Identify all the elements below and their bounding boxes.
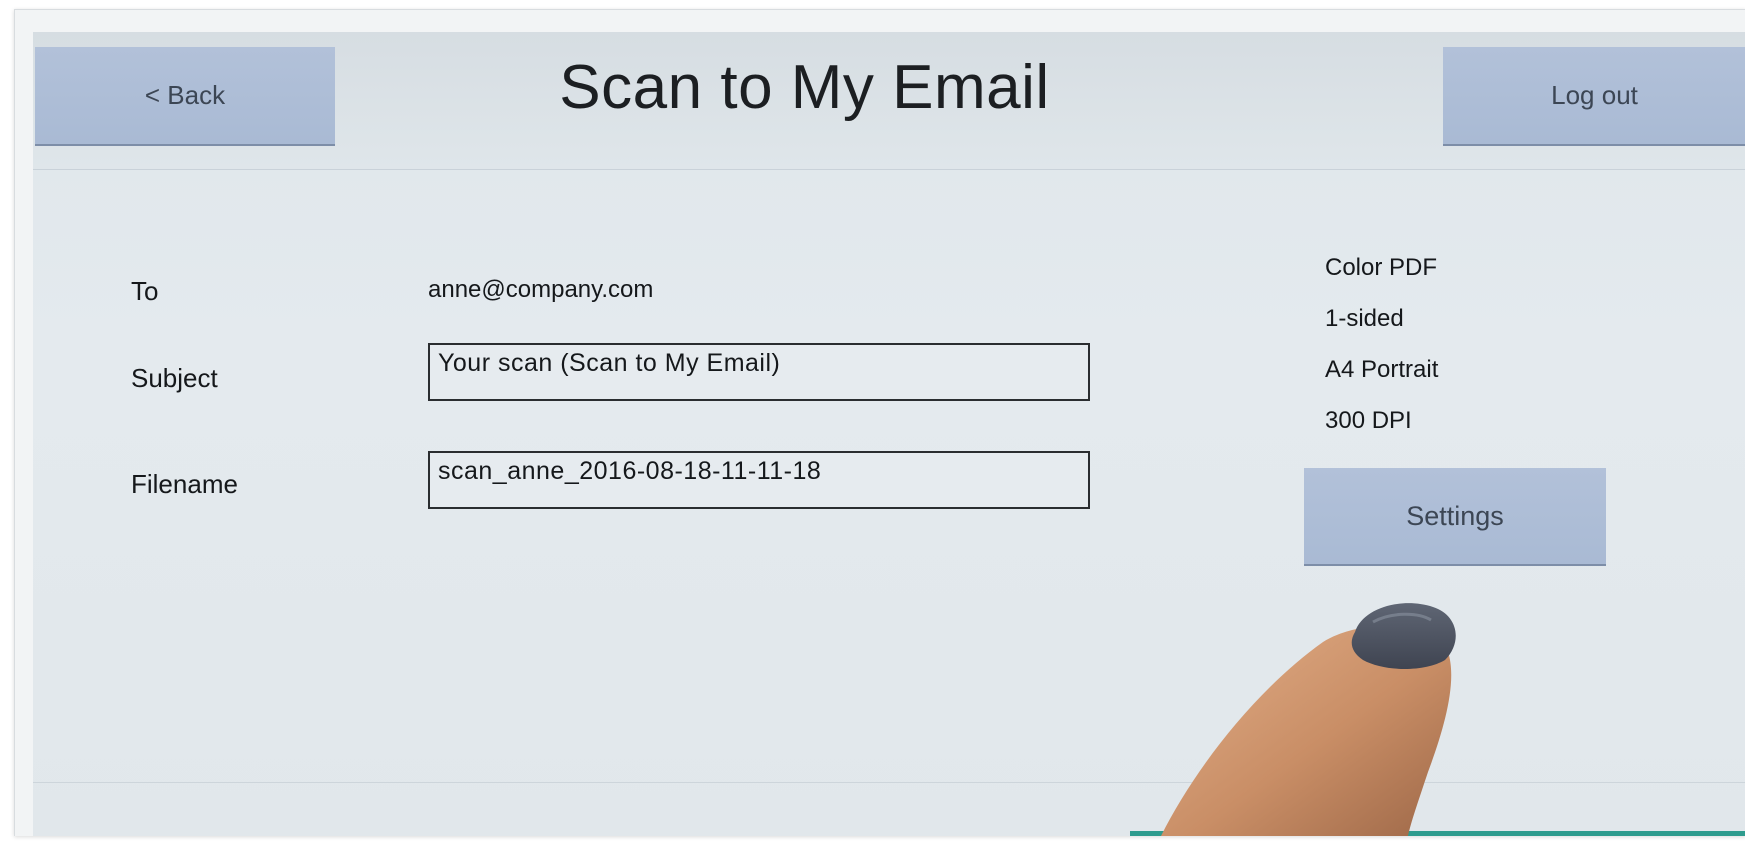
filename-field[interactable]: scan_anne_2016-08-18-11-11-18 bbox=[428, 451, 1090, 509]
settings-button[interactable]: Settings bbox=[1304, 468, 1606, 566]
accent-bar bbox=[1130, 831, 1745, 836]
to-label: To bbox=[131, 276, 159, 306]
touch-screen: < Back Scan to My Email Log out To anne@… bbox=[33, 32, 1745, 836]
footer-divider bbox=[33, 782, 1745, 783]
subject-label: Subject bbox=[131, 363, 218, 393]
logout-button[interactable]: Log out bbox=[1443, 47, 1745, 146]
paper-value: A4 Portrait bbox=[1325, 356, 1439, 383]
subject-field[interactable]: Your scan (Scan to My Email) bbox=[428, 343, 1090, 401]
format-value: Color PDF bbox=[1325, 254, 1438, 281]
filename-label: Filename bbox=[131, 469, 238, 499]
sides-value: 1-sided bbox=[1325, 305, 1404, 332]
device-frame: < Back Scan to My Email Log out To anne@… bbox=[14, 9, 1745, 836]
to-value: anne@company.com bbox=[428, 276, 654, 303]
resolution-value: 300 DPI bbox=[1325, 407, 1412, 434]
